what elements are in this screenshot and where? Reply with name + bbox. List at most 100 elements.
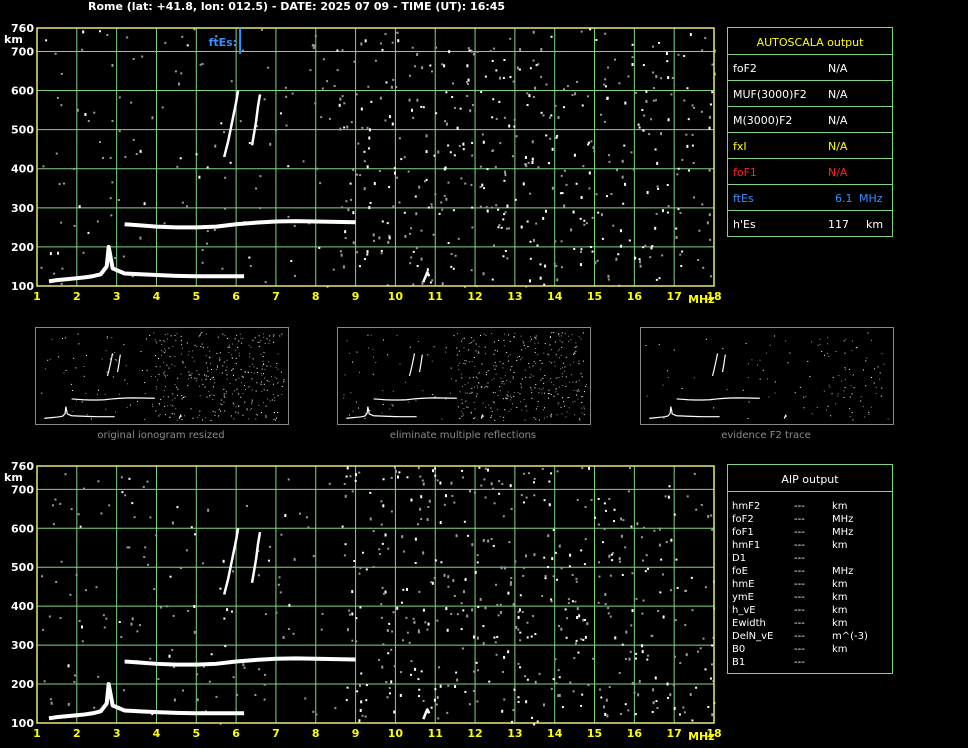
thumbnail-dot (190, 374, 192, 376)
thumbnail-dot (519, 393, 521, 395)
autoscala-row-unit: MHz (859, 192, 883, 205)
thumbnail-dot (144, 418, 146, 420)
noise-dot (447, 684, 450, 687)
noise-dot (588, 187, 591, 190)
noise-dot (631, 63, 634, 67)
noise-dot (98, 141, 101, 144)
noise-dot (691, 144, 694, 147)
noise-dot (224, 176, 227, 179)
noise-dot (434, 193, 437, 196)
thumbnail-dot (853, 387, 855, 389)
thumbnail-dot (273, 418, 275, 420)
thumbnail-dot (646, 395, 648, 397)
thumbnail-dot (251, 372, 253, 374)
noise-dot (49, 698, 52, 701)
noise-dot (102, 614, 105, 617)
thumbnail-dot (174, 335, 176, 337)
noise-dot (631, 681, 634, 685)
thumbnail-dot (468, 349, 470, 351)
noise-dot (574, 642, 577, 645)
noise-dot (402, 639, 405, 642)
aip-row: Ewidth --- km (732, 618, 888, 631)
noise-dot (388, 622, 391, 625)
thumbnail-dot (576, 345, 578, 347)
thumbnail-dot (260, 412, 262, 414)
noise-dot (436, 695, 439, 699)
noise-dot (135, 153, 138, 156)
noise-dot (679, 211, 682, 214)
aip-row-unit: m^(-3) (832, 631, 868, 642)
thumbnail-dot (524, 347, 526, 349)
thumbnail-dot (553, 395, 555, 397)
noise-dot (358, 719, 361, 723)
noise-dot (605, 85, 608, 88)
noise-dot (151, 116, 154, 120)
thumbnail-dot (158, 373, 160, 375)
aip-row: foE --- MHz (732, 566, 888, 579)
noise-dot (122, 689, 125, 692)
noise-dot (87, 119, 90, 122)
thumbnail-dot (177, 388, 179, 390)
noise-dot (173, 698, 176, 702)
y-tick-label: 200 (11, 241, 34, 254)
noise-dot (353, 60, 356, 63)
noise-dot (443, 194, 446, 197)
noise-dot (646, 654, 649, 657)
noise-dot (470, 183, 473, 186)
thumbnail-trace (418, 354, 423, 373)
thumbnail-dot (532, 375, 534, 377)
y-axis-label: km (4, 471, 23, 484)
thumbnail-dot (504, 409, 506, 411)
thumbnail-dot (559, 340, 561, 342)
thumbnail-dot (464, 384, 466, 386)
noise-dot (231, 570, 234, 573)
noise-dot (263, 698, 266, 701)
noise-dot (492, 487, 495, 490)
thumbnail-dot (513, 395, 515, 397)
thumbnail-dot (126, 407, 128, 409)
noise-dot (549, 137, 552, 140)
thumbnail-dot (273, 341, 275, 343)
noise-dot (422, 106, 425, 109)
noise-dot (79, 525, 82, 528)
thumbnail-dot (461, 373, 463, 375)
aip-row: hmF1 --- km (732, 540, 888, 553)
noise-dot (452, 579, 455, 583)
x-tick-label: 15 (587, 727, 602, 740)
noise-dot (667, 495, 670, 499)
noise-dot (701, 203, 704, 206)
thumbnail-dot (491, 415, 493, 417)
thumbnail-dot (539, 359, 541, 361)
autoscala-row: foF1 N/A (728, 158, 892, 185)
noise-dot (221, 267, 224, 270)
thumbnail-dot (530, 374, 532, 376)
thumbnail-dot (493, 365, 495, 367)
noise-dot (344, 494, 347, 498)
x-tick-label: 10 (388, 290, 404, 303)
thumbnail-dot (837, 395, 839, 397)
noise-dot (536, 720, 539, 723)
thumbnail-dot (485, 371, 487, 373)
thumbnail-dot (238, 352, 240, 354)
noise-dot (619, 229, 622, 233)
thumbnail-dot (63, 372, 65, 374)
noise-dot (181, 689, 184, 692)
noise-dot (453, 154, 456, 157)
thumbnail-dot (140, 350, 142, 352)
thumbnail-dot (273, 334, 275, 336)
thumbnail-dot (222, 333, 224, 335)
thumbnail-dot (473, 418, 475, 420)
noise-dot (396, 475, 399, 479)
noise-dot (591, 250, 594, 253)
noise-dot (600, 696, 603, 699)
thumbnail-dot (584, 391, 586, 393)
y-tick-label: 700 (11, 483, 34, 496)
thumbnail-dot (118, 393, 120, 395)
thumbnail-dot (277, 412, 279, 414)
thumbnail-dot (78, 343, 80, 345)
noise-dot (97, 675, 100, 678)
noise-dot (366, 250, 369, 254)
thumbnail-dot (535, 418, 537, 420)
noise-dot (522, 566, 525, 569)
thumbnail-dot (528, 366, 530, 368)
